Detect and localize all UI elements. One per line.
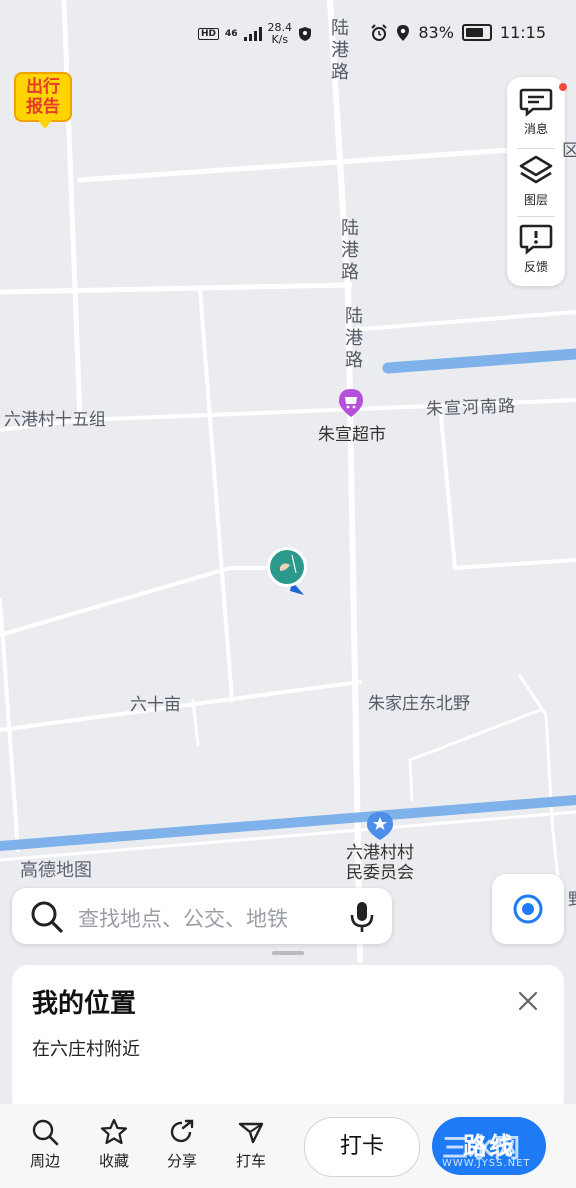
watermark-sub: WWW.JYSS.NET	[442, 1158, 531, 1169]
messages-button[interactable]: 消息	[507, 83, 567, 137]
travel-report-line2: 报告	[26, 97, 60, 117]
road-char: 港	[345, 328, 363, 349]
tab-share[interactable]: 分享	[152, 1118, 212, 1171]
search-input[interactable]: 查找地点、公交、地铁	[78, 903, 288, 933]
feedback-button[interactable]: 反馈	[507, 223, 565, 275]
tab-favorites[interactable]: 收藏	[84, 1118, 144, 1171]
status-bar: HD 46 28.4 K/s 83% 11:15	[0, 18, 576, 50]
layers-label: 图层	[523, 193, 548, 207]
location-card: 我的位置 在六庄村附近	[12, 965, 564, 1115]
road-label-zhuxuan: 朱宣河南路	[425, 396, 517, 420]
drag-handle[interactable]	[272, 951, 304, 955]
layers-button[interactable]: 图层	[507, 154, 565, 208]
road-char: 港	[331, 40, 349, 61]
tab-taxi[interactable]: 打车	[221, 1118, 281, 1171]
road-char: 陆	[331, 18, 349, 39]
signal-icon	[243, 27, 262, 41]
hd-icon: HD	[198, 28, 220, 40]
road-char: 路	[345, 350, 363, 371]
speed-unit: K/s	[271, 33, 289, 46]
location-icon	[397, 24, 410, 41]
card-subtitle: 在六庄村附近	[32, 1039, 140, 1060]
village-label-liugang-15: 六港村十五组	[4, 410, 106, 430]
feedback-icon	[519, 224, 553, 255]
feedback-label: 反馈	[523, 260, 548, 274]
travel-report-badge[interactable]: 出行 报告	[14, 72, 72, 129]
tab-label: 分享	[166, 1152, 197, 1170]
tab-label: 周边	[29, 1152, 60, 1170]
battery-icon	[461, 24, 492, 41]
network-speed: 28.4 K/s	[268, 22, 293, 46]
message-icon	[519, 88, 553, 117]
locate-icon	[513, 894, 543, 924]
map-edge-label: 区	[562, 141, 576, 161]
network-type: 46	[225, 29, 238, 39]
government-icon[interactable]	[366, 811, 394, 841]
battery-percent: 83%	[418, 23, 454, 42]
search-icon	[31, 901, 63, 933]
taxi-icon	[238, 1122, 264, 1144]
star-icon	[100, 1118, 128, 1145]
place-label-zhujiazhuang: 朱家庄东北野	[368, 694, 470, 714]
road-char: 陆	[345, 306, 363, 327]
locate-me-button[interactable]	[492, 874, 564, 944]
road-label-lugang-3: 陆 港 路	[344, 306, 364, 372]
tab-label: 打车	[235, 1152, 266, 1170]
road-char: 路	[331, 62, 349, 83]
share-icon	[170, 1119, 194, 1143]
search-icon	[32, 1119, 59, 1146]
microphone-icon[interactable]	[348, 900, 376, 934]
place-label-liushimu: 六十亩	[130, 695, 181, 715]
card-title: 我的位置	[32, 989, 137, 1019]
poi-label-committee[interactable]: 六港村村 民委员会	[346, 843, 414, 883]
road-char: 路	[341, 262, 359, 283]
status-left: HD 46 28.4 K/s	[198, 22, 312, 46]
poi-label-line: 六港村村	[346, 843, 414, 863]
road-label-lugang-2: 陆 港 路	[340, 218, 360, 284]
divider	[517, 148, 555, 149]
divider	[517, 216, 555, 217]
travel-report-line1: 出行	[26, 77, 60, 97]
checkin-button[interactable]: 打卡	[304, 1117, 420, 1177]
shield-icon	[299, 27, 312, 41]
road-label-lugang-1: 陆 港 路	[330, 18, 350, 84]
user-location-marker[interactable]	[264, 545, 312, 599]
close-icon[interactable]	[516, 989, 540, 1013]
messages-label: 消息	[523, 122, 548, 136]
clock: 11:15	[499, 23, 546, 42]
layers-icon	[519, 155, 553, 184]
road-char: 港	[341, 240, 359, 261]
search-bar[interactable]: 查找地点、公交、地铁	[12, 888, 392, 944]
amap-logo: 高德地图	[20, 860, 92, 881]
map-tools-panel: 消息 图层 反馈	[507, 77, 567, 286]
tab-nearby[interactable]: 周边	[15, 1118, 75, 1171]
alarm-icon	[371, 23, 388, 41]
status-right: 83% 11:15	[370, 23, 546, 42]
road-char: 陆	[341, 218, 359, 239]
tab-label: 收藏	[98, 1152, 129, 1170]
poi-label-supermarket[interactable]: 朱宣超市	[318, 420, 386, 445]
shop-icon[interactable]	[338, 388, 364, 418]
map-edge-label: 野	[568, 885, 576, 910]
notification-dot	[559, 83, 567, 91]
poi-label-line: 民委员会	[346, 863, 414, 883]
